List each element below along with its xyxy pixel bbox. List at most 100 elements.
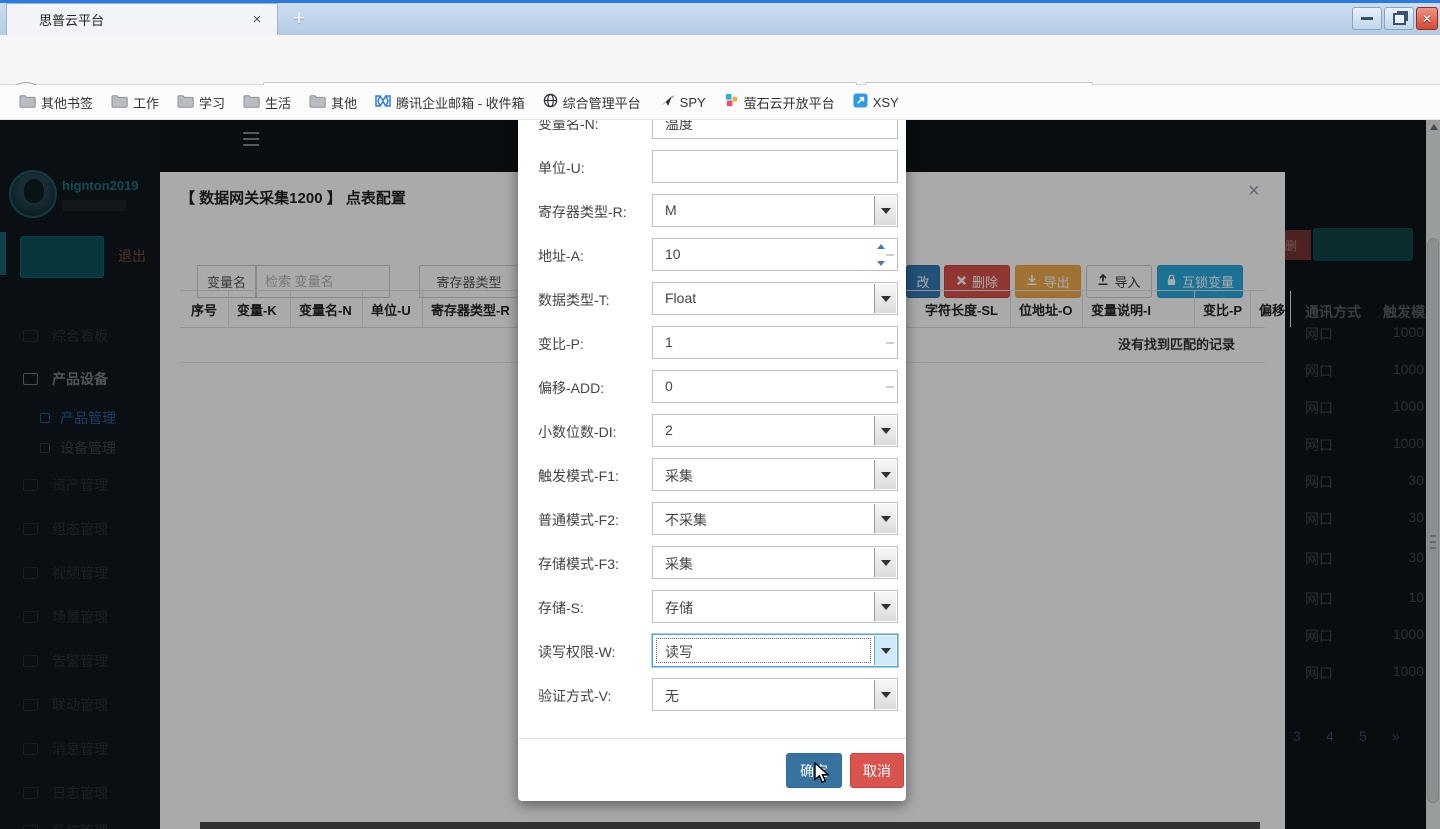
field-value: 存储 [665,598,693,618]
field-value: 采集 [665,554,693,574]
field-label: 偏移-ADD: [538,378,604,398]
tab-close-icon[interactable]: × [247,11,267,28]
field-label: 地址-A: [538,246,584,266]
chevron-down-icon [881,692,891,698]
bookmark-item[interactable]: 腾讯企业邮箱 - 收件箱 [375,93,525,112]
field-value: 2 [665,422,673,438]
window-minimize-button[interactable] [1352,7,1382,30]
modal-field-row: 验证方式-V:无 [518,678,906,711]
bookmark-label: 其他 [331,93,357,112]
modal-field-row: 存储-S: 存储 [518,590,906,623]
field-input[interactable]: 10 [652,238,898,271]
folder-icon [111,94,133,111]
spinner-up-icon [877,244,885,249]
close-icon: ✕ [1422,13,1432,25]
field-select[interactable]: 不采集 [652,502,898,535]
cancel-button[interactable]: 取消 [850,753,904,788]
folder-icon [243,94,265,111]
field-label: 普通模式-F2: [538,510,619,530]
modal-footer-divider [518,738,906,739]
bookmark-item[interactable]: 生活 [243,93,291,112]
field-value: 1 [665,334,673,350]
bookmark-label: 学习 [199,93,225,112]
new-tab-button[interactable]: + [284,7,314,32]
tab-active[interactable]: 思普云平台 × [6,3,278,35]
field-label: 寄存器类型-R: [538,202,627,222]
browser-toolbar: iot.idosp.net/admin/index.html?lang 80% … [0,35,1440,85]
field-value: 0 [665,378,673,394]
spinner-down-icon [877,261,885,266]
dart-icon [659,94,680,111]
bookmark-label: XSY [873,95,899,110]
xsy-icon [853,93,873,111]
app-viewport: hignton2019 退出 综合看板产品设备产品管理设备管理资产管理组态管理视… [0,120,1440,829]
field-label: 数据类型-T: [538,290,610,310]
field-input[interactable] [652,150,898,183]
field-input[interactable]: 1 [652,326,898,359]
chevron-down-icon [881,296,891,302]
window-restore-button[interactable] [1384,7,1414,30]
bookmark-item[interactable]: 其他 [309,93,357,112]
field-input[interactable]: 温度 [652,120,898,139]
bookmark-label: 腾讯企业邮箱 - 收件箱 [396,93,525,112]
chevron-down-icon [881,516,891,522]
ezviz-icon [724,93,744,111]
bookmark-label: 萤石云开放平台 [744,93,835,112]
bookmark-label: 工作 [133,93,159,112]
globe-icon [543,93,563,111]
chevron-down-icon [881,604,891,610]
dropdown-button[interactable] [874,284,896,313]
dropdown-button[interactable] [874,460,896,489]
field-label: 触发模式-F1: [538,466,619,486]
field-select[interactable]: 读写 [652,634,898,667]
field-value: Float [665,290,696,306]
window-close-button[interactable]: ✕ [1416,7,1438,30]
dropdown-button[interactable] [874,592,896,621]
bookmark-label: 综合管理平台 [563,93,641,112]
field-label: 存储模式-F3: [538,554,619,574]
chevron-down-icon [881,428,891,434]
bookmark-item[interactable]: 萤石云开放平台 [724,93,835,112]
field-label: 小数位数-DI: [538,422,617,442]
field-select[interactable]: 采集 [652,458,898,491]
field-value: 10 [665,246,681,262]
dropdown-button[interactable] [874,636,896,665]
tab-title: 思普云平台 [39,10,247,29]
field-value: M [665,202,677,218]
modal-field-row: 变量名-N:温度 [518,120,906,139]
modal-field-row: 存储模式-F3: 采集 [518,546,906,579]
modal-field-row: 读写权限-W: 读写 [518,634,906,667]
bookmark-item[interactable]: 综合管理平台 [543,93,641,112]
bookmark-item[interactable]: 其他书签 [19,93,93,112]
field-select[interactable]: 无 [652,678,898,711]
field-label: 读写权限-W: [538,642,616,662]
point-config-modal: 变量名-N:温度单位-U:寄存器类型-R:M地址-A:10数据类型-T:Floa… [518,120,906,801]
dropdown-button[interactable] [874,504,896,533]
dropdown-button[interactable] [874,680,896,709]
modal-field-row: 小数位数-DI: 2 [518,414,906,447]
field-label: 存储-S: [538,598,584,618]
dropdown-button[interactable] [874,196,896,225]
bookmark-item[interactable]: 学习 [177,93,225,112]
field-select[interactable]: Float [652,282,898,315]
focus-outline [656,638,871,663]
bookmark-label: 生活 [265,93,291,112]
field-value: 采集 [665,466,693,486]
modal-field-row: 地址-A: 10 [518,238,906,271]
bookmark-item[interactable]: SPY [659,94,706,111]
bookmark-item[interactable]: 工作 [111,93,159,112]
disabled-dash [886,254,894,256]
field-select[interactable]: 2 [652,414,898,447]
minimize-icon [1361,17,1373,20]
tencent-mail-icon [375,94,396,111]
field-select[interactable]: 采集 [652,546,898,579]
field-label: 单位-U: [538,158,585,178]
folder-icon [309,94,331,111]
field-select[interactable]: M [652,194,898,227]
field-select[interactable]: 存储 [652,590,898,623]
bookmark-item[interactable]: XSY [853,93,899,111]
chevron-down-icon [881,560,891,566]
dropdown-button[interactable] [874,548,896,577]
dropdown-button[interactable] [874,416,896,445]
field-input[interactable]: 0 [652,370,898,403]
